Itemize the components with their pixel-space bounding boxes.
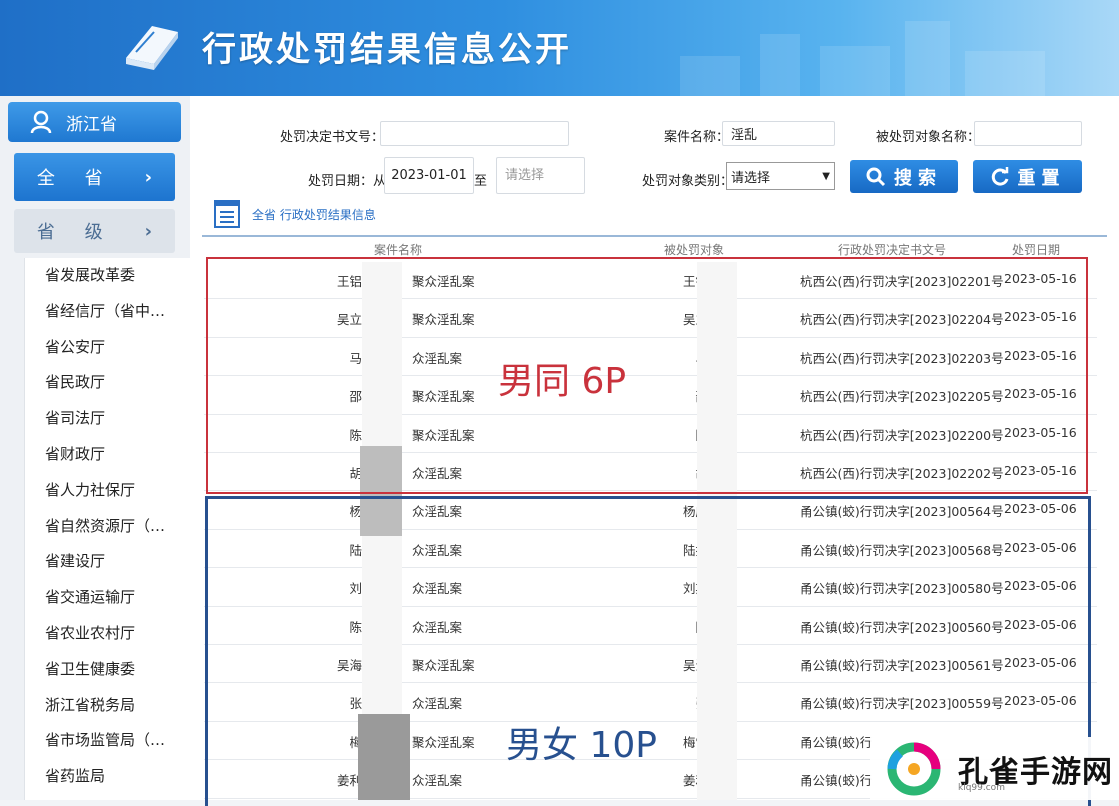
breadcrumb[interactable]: 全省 行政处罚结果信息 (252, 206, 376, 223)
reset-label: 重置 (1017, 167, 1066, 189)
date-label: 处罚日期：从 (308, 174, 387, 189)
column-header-target: 被处罚对象 (664, 243, 725, 257)
divider (202, 235, 1107, 237)
book-icon (126, 26, 178, 70)
refresh-icon (991, 166, 1008, 186)
list-icon (214, 200, 240, 228)
sidebar-item-department[interactable]: 省民政厅 (25, 365, 190, 401)
sidebar-item-department[interactable]: 省农业农村厅 (25, 616, 190, 652)
sidebar-item-department[interactable]: 省建设厅 (25, 544, 190, 580)
page-header: 行政处罚结果信息公开 (0, 0, 1119, 96)
watermark-url: klq99.com (958, 783, 1005, 793)
province-level-label: 省 级 (36, 222, 115, 243)
chevron-right-icon: › (144, 220, 153, 242)
sidebar-item-department[interactable]: 省药监局 (25, 759, 190, 795)
reset-button[interactable]: 重置 (973, 160, 1082, 193)
doc-no-label: 处罚决定书文号： (280, 130, 385, 145)
sidebar-item-department[interactable]: 省司法厅 (25, 401, 190, 437)
date-from-input[interactable] (384, 157, 474, 194)
category-label: 处罚对象类别： (642, 174, 734, 189)
search-icon (866, 167, 886, 186)
sidebar-item-department[interactable]: 省卫生健康委 (25, 652, 190, 688)
sidebar-item-department[interactable]: 省财政厅 (25, 437, 190, 473)
sidebar: 浙江省 全 省 › 省 级 › 省发展改革委 省经信厅（省中… 省公安厅 省民政厅 省司… (0, 96, 190, 800)
province-label: 浙江省 (66, 114, 117, 135)
province-selector[interactable]: 浙江省 (8, 102, 181, 142)
case-name-label: 案件名称： (664, 130, 730, 145)
peacock-logo-icon (887, 742, 941, 795)
column-header-doc-no: 行政处罚决定书文号 (838, 243, 947, 257)
all-province-label: 全 省 (36, 168, 115, 189)
annotation-red: 男同 6P (498, 361, 627, 402)
chevron-right-icon: › (144, 166, 153, 188)
sidebar-item-department[interactable]: 浙江省税务局 (25, 688, 190, 724)
date-to-input[interactable] (496, 157, 585, 194)
doc-no-input[interactable] (380, 121, 569, 146)
department-list: 省发展改革委 省经信厅（省中… 省公安厅 省民政厅 省司法厅 省财政厅 省人力社保厅 省自然资… (24, 258, 190, 800)
all-province-button[interactable]: 全 省 › (14, 153, 175, 201)
search-label: 搜索 (894, 167, 942, 189)
sidebar-item-department[interactable]: 省市场监管局（… (25, 723, 190, 759)
category-select[interactable]: 请选择 ▼ (726, 162, 835, 190)
column-header-date: 处罚日期 (1012, 243, 1061, 257)
sidebar-item-department[interactable]: 省发展改革委 (25, 258, 190, 294)
skyline-decoration (760, 34, 800, 96)
skyline-decoration (820, 46, 890, 96)
case-name-input[interactable] (722, 121, 835, 146)
sidebar-item-department[interactable]: 省人力社保厅 (25, 473, 190, 509)
target-name-input[interactable] (974, 121, 1082, 146)
sidebar-item-department[interactable]: 省经信厅（省中… (25, 294, 190, 330)
skyline-decoration (965, 51, 1045, 96)
column-header-case-name: 案件名称 (374, 243, 423, 257)
user-icon (30, 110, 52, 134)
sidebar-item-department[interactable]: 省公安厅 (25, 330, 190, 366)
skyline-decoration (905, 21, 950, 96)
sidebar-item-department[interactable]: 省自然资源厅（… (25, 509, 190, 545)
date-to-label: 至 (474, 174, 488, 189)
skyline-decoration (680, 56, 740, 96)
watermark: 孔雀手游网 klq99.com (870, 737, 1119, 800)
chevron-down-icon: ▼ (822, 170, 830, 182)
province-level-button[interactable]: 省 级 › (14, 209, 175, 253)
category-value: 请选择 (731, 170, 771, 186)
page-title: 行政处罚结果信息公开 (202, 30, 572, 70)
target-name-label: 被处罚对象名称： (876, 130, 981, 145)
annotation-blue: 男女 10P (506, 725, 657, 766)
highlight-box-red (206, 257, 1088, 494)
search-button[interactable]: 搜索 (850, 160, 958, 193)
sidebar-item-department[interactable]: 省交通运输厅 (25, 580, 190, 616)
